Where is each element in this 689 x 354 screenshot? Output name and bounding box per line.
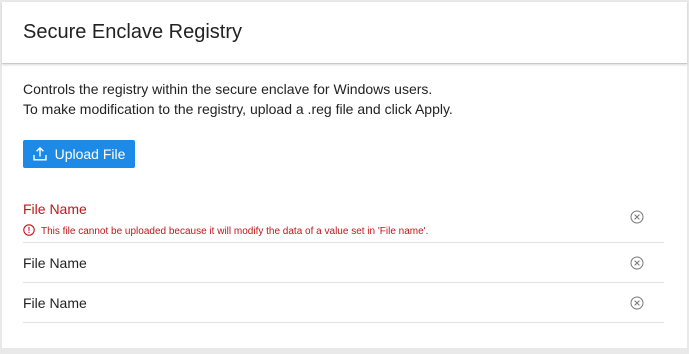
file-row: File Name bbox=[23, 243, 664, 283]
close-circle-icon[interactable] bbox=[630, 256, 644, 270]
registry-card: Secure Enclave Registry Controls the reg… bbox=[2, 2, 687, 348]
close-circle-icon[interactable] bbox=[630, 296, 644, 310]
upload-icon bbox=[32, 147, 47, 161]
error-message-text: This file cannot be uploaded because it … bbox=[41, 226, 429, 237]
close-circle-icon[interactable] bbox=[630, 210, 644, 224]
page-title: Secure Enclave Registry bbox=[23, 21, 242, 43]
description-line-1: Controls the registry within the secure … bbox=[23, 81, 433, 97]
file-row: File Name bbox=[23, 283, 664, 323]
error-icon bbox=[23, 224, 35, 239]
card-header: Secure Enclave Registry bbox=[2, 2, 687, 64]
description-line-2: To make modification to the registry, up… bbox=[23, 101, 453, 117]
file-name: File Name bbox=[23, 294, 87, 311]
file-name: File Name bbox=[23, 201, 87, 217]
card-body: Controls the registry within the secure … bbox=[2, 64, 687, 323]
upload-file-button[interactable]: Upload File bbox=[23, 140, 135, 168]
error-message: This file cannot be uploaded because it … bbox=[23, 224, 428, 239]
file-list: File Name This file cannot be uploaded b… bbox=[23, 192, 664, 323]
file-row-error: File Name This file cannot be uploaded b… bbox=[23, 192, 664, 243]
file-name: File Name bbox=[23, 254, 87, 271]
upload-button-label: Upload File bbox=[54, 146, 126, 162]
